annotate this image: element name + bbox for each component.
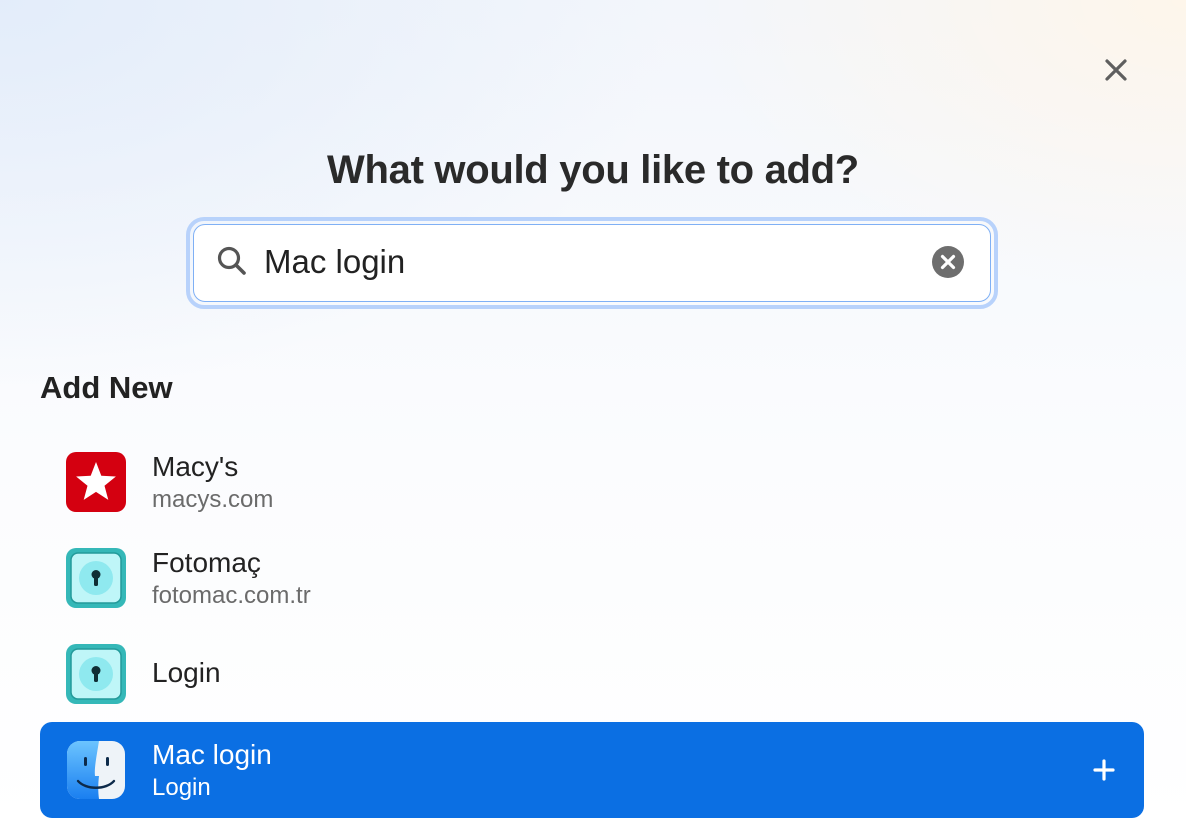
item-subtitle: macys.com xyxy=(152,486,274,513)
list-item-macys[interactable]: Macy's macys.com xyxy=(40,434,1144,530)
section-heading: Add New xyxy=(40,370,173,405)
clear-search-icon[interactable] xyxy=(932,246,964,278)
list-item-mac-login[interactable]: Mac login Login xyxy=(40,722,1144,818)
item-title: Macy's xyxy=(152,451,239,482)
item-title: Login xyxy=(152,657,221,688)
macys-star-icon xyxy=(66,452,126,512)
item-title: Mac login xyxy=(152,739,272,770)
list-item-fotomac[interactable]: Fotomaç fotomac.com.tr xyxy=(40,530,1144,626)
close-button[interactable] xyxy=(1098,52,1134,88)
search-input[interactable] xyxy=(264,235,904,289)
item-title: Fotomaç xyxy=(152,547,261,578)
search-box[interactable] xyxy=(193,224,991,302)
login-keyhole-icon xyxy=(66,548,126,608)
plus-icon[interactable] xyxy=(1090,756,1118,784)
dialog-title: What would you like to add? xyxy=(327,148,859,192)
search-field[interactable] xyxy=(186,217,998,309)
finder-icon xyxy=(67,741,125,799)
search-icon xyxy=(217,246,246,275)
item-subtitle: fotomac.com.tr xyxy=(152,582,311,609)
item-subtitle: Login xyxy=(152,774,211,801)
login-keyhole-icon xyxy=(66,644,126,704)
list-item-login[interactable]: Login xyxy=(40,626,1144,722)
close-icon xyxy=(1105,59,1127,81)
